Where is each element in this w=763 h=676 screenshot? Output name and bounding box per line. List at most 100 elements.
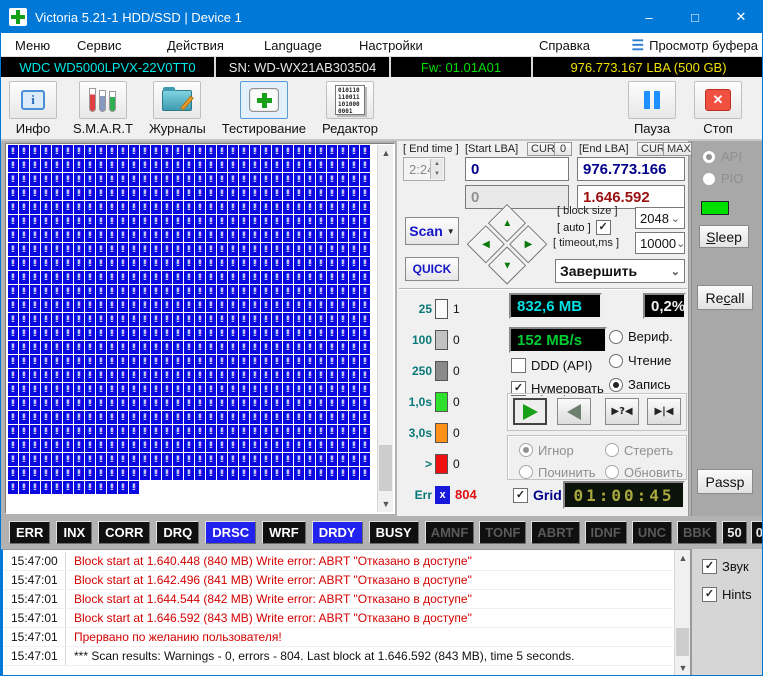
error-block-cell: ! [19,299,29,312]
radio-dot[interactable] [609,354,623,368]
error-block-cell: ! [327,201,337,214]
map-scroll-up-icon[interactable]: ▲ [378,145,394,161]
test-toolbar-button[interactable]: Тестирование [222,81,306,136]
pause-button[interactable]: Пауза [628,81,676,136]
menu-item-меню[interactable]: Меню [11,33,54,57]
error-block-cell: ! [52,453,62,466]
auto-checkbox-box[interactable]: ✓ [596,220,611,235]
error-block-cell: ! [118,299,128,312]
error-block-cell: ! [327,285,337,298]
mode-radio-[interactable]: Запись [609,377,673,392]
hints-checkbox[interactable]: ✓ Hints [702,587,752,602]
start-lba-input[interactable]: 0 [465,157,569,181]
grid-checkbox-box[interactable]: ✓ [513,488,528,503]
error-block-cell: ! [184,201,194,214]
timeout-combo[interactable]: 10000⌄ [635,232,685,254]
error-block-cell: ! [107,453,117,466]
menu-item-настройки[interactable]: Настройки [355,33,427,57]
legend-row-25: 251 [401,293,501,324]
error-block-cell: ! [349,453,359,466]
error-block-cell: ! [217,453,227,466]
buffer-view-button[interactable]: ☰ Просмотр буфера [632,33,758,57]
start-lba-zero-button[interactable]: 0 [554,142,572,156]
error-block-cell: ! [162,187,172,200]
status-led-abrt: ABRT [531,521,579,544]
editor-toolbar-button[interactable]: 0101101100111010000001Редактор [322,81,378,136]
mode-radio-[interactable]: Вериф. [609,329,673,344]
title-bar: Victoria 5.21-1 HDD/SSD | Device 1 – □ ✕ [1,1,763,33]
back-button[interactable] [557,398,591,425]
menu-item-справка[interactable]: Справка [535,33,594,57]
close-button[interactable]: ✕ [718,1,763,33]
menu-item-действия[interactable]: Действия [163,33,228,57]
quick-button[interactable]: QUICK [405,257,459,281]
editor-toolbar-label: Редактор [322,121,378,136]
error-block-cell: ! [140,383,150,396]
to-end-button[interactable]: ▶|◀ [647,398,681,425]
log-scroll-thumb[interactable] [676,628,689,656]
sleep-button[interactable]: Sleep [699,225,749,248]
error-block-cell: ! [162,355,172,368]
map-scroll-down-icon[interactable]: ▼ [378,496,394,512]
hints-checkbox-box[interactable]: ✓ [702,587,717,602]
error-block-cell: ! [85,201,95,214]
stop-button[interactable]: ✕ Стоп [694,81,742,136]
block-size-combo[interactable]: 2048⌄ [635,207,685,229]
spinner-arrows-icon[interactable]: ▲▼ [430,159,443,179]
error-block-cell: ! [74,453,84,466]
error-block-cell: ! [239,271,249,284]
log-scroll-up-icon[interactable]: ▲ [675,550,691,566]
ddd-checkbox-box[interactable] [511,358,526,373]
start-scan-button[interactable] [513,398,547,425]
smart-toolbar-button[interactable]: S.M.A.R.T [73,81,133,136]
log-scrollbar[interactable]: ▲ ▼ [674,550,690,676]
menu-item-language[interactable]: Language [260,33,326,57]
auto-checkbox[interactable]: [ auto ] ✓ [557,220,611,235]
error-block-cell: ! [63,201,73,214]
error-block-cell: ! [195,355,205,368]
error-block-cell: ! [173,271,183,284]
error-block-cell: ! [30,173,40,186]
end-time-spinner[interactable]: 2:24 ▲▼ [403,157,445,181]
ddd-api-checkbox[interactable]: DDD (API) [511,358,592,373]
error-block-cell: ! [338,159,348,172]
radio-dot[interactable] [609,378,623,392]
error-block-cell: ! [41,327,51,340]
error-block-cell: ! [151,173,161,186]
scan-button[interactable]: Scan ▼ [405,217,459,245]
menu-item-сервис[interactable]: Сервис [73,33,126,57]
error-block-cell: ! [338,173,348,186]
error-block-cell: ! [8,425,18,438]
error-block-cell: ! [272,341,282,354]
sound-checkbox-box[interactable]: ✓ [702,559,717,574]
scan-question-button[interactable]: ▶?◀ [605,398,639,425]
mode-radio-label: Чтение [628,353,671,368]
error-block-cell: ! [349,257,359,270]
error-block-cell: ! [140,201,150,214]
error-block-cell: ! [338,355,348,368]
error-block-cell: ! [118,453,128,466]
error-block-cell: ! [195,411,205,424]
sound-checkbox[interactable]: ✓ Звук [702,559,749,574]
map-scroll-thumb[interactable] [379,445,392,491]
minimize-button[interactable]: – [626,1,672,33]
error-block-cell: ! [250,397,260,410]
error-block-cell: ! [8,215,18,228]
error-block-cell: ! [184,313,194,326]
error-block-cell: ! [129,369,139,382]
radio-dot[interactable] [609,330,623,344]
end-lba-input[interactable]: 976.773.166 [577,157,685,181]
info-toolbar-button[interactable]: iИнфо [9,81,57,136]
test-icon-box [240,81,288,119]
map-scrollbar[interactable]: ▲ ▼ [377,145,393,512]
log-scroll-down-icon[interactable]: ▼ [675,660,691,676]
maximize-button[interactable]: □ [672,1,718,33]
logs-toolbar-button[interactable]: Журналы [149,81,206,136]
mode-radio-[interactable]: Чтение [609,353,673,368]
on-end-action-combo[interactable]: Завершить⌄ [555,259,685,283]
legend-row-250: 2500 [401,355,501,386]
grid-checkbox[interactable]: ✓ Grid [513,487,562,503]
passp-button[interactable]: Passp [697,469,753,494]
error-block-cell: ! [129,201,139,214]
recall-button[interactable]: Recall [697,285,753,310]
